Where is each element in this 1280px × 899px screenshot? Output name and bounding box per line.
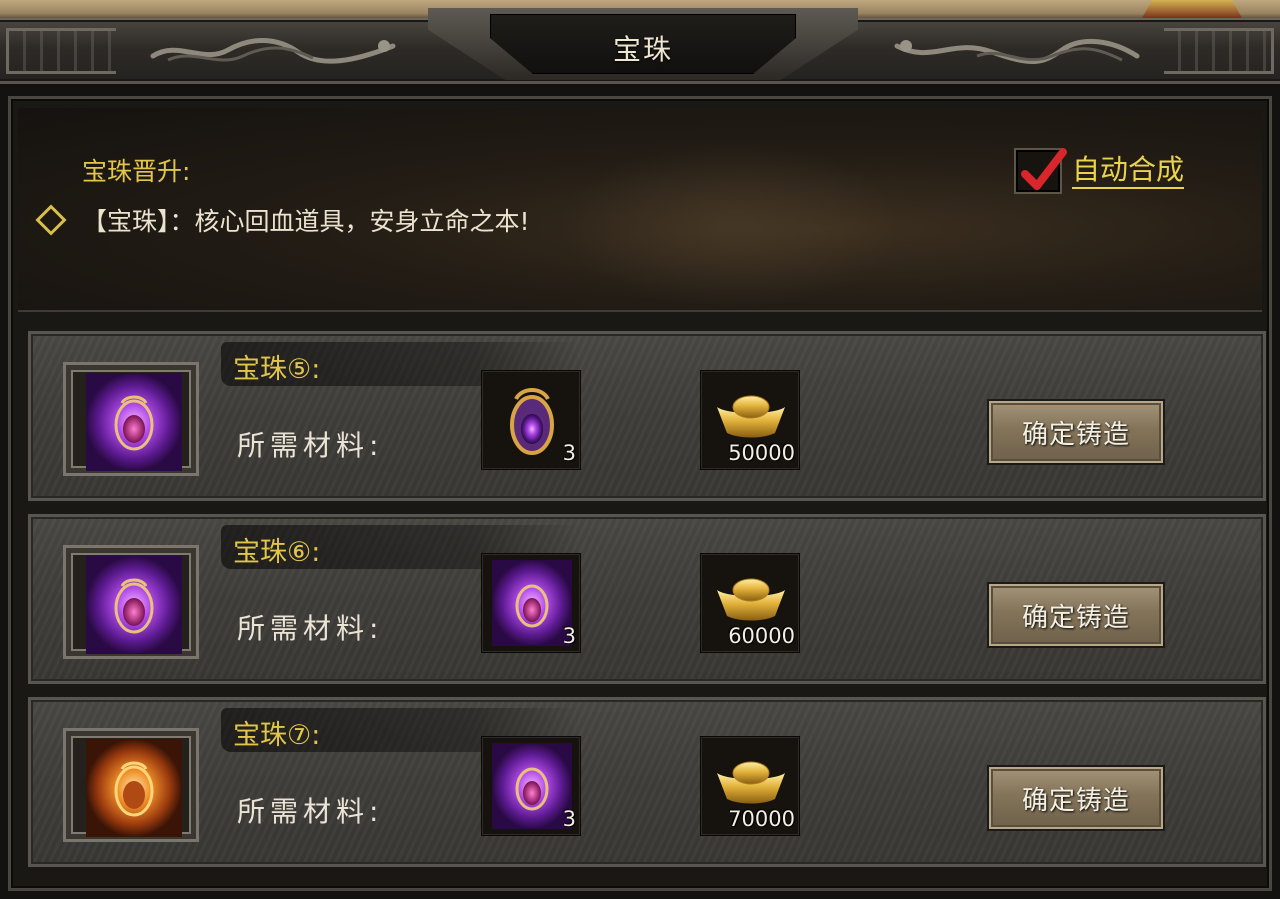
gem-quantity: 3 [562,441,576,465]
result-item-slot[interactable] [63,728,199,842]
purple-orb-icon [492,743,572,829]
checkmark-icon [1021,148,1067,190]
gold-ingot-icon [717,395,785,438]
gem-material-slot[interactable]: 3 [481,370,581,470]
dragon-ornament-right-icon [894,38,1140,65]
recipe-title: 宝珠⑥: [233,537,321,568]
gold-quantity: 70000 [728,807,795,831]
dragon-ornament-left-icon [150,37,396,64]
recipe-row-5: 宝珠⑤: 所需材料: 3 50000 确定铸造 [28,331,1266,501]
section-label: 宝珠晋升: [82,157,191,186]
orange-orb-icon [86,739,182,837]
gold-ingot-icon [717,761,785,804]
header-corner-ornament-left [6,28,116,74]
small-orb-icon [510,388,554,455]
gold-ingot-icon [717,578,785,621]
auto-merge-toggle[interactable]: 自动合成 [1014,146,1185,196]
forge-button[interactable]: 确定铸造 [987,582,1165,648]
gem-material-slot[interactable]: 3 [481,736,581,836]
gem-quantity: 3 [562,807,576,831]
description-text: 【宝珠】：核心回血道具，安身立命之本! [82,207,530,236]
result-item-slot[interactable] [63,545,199,659]
recipe-row-6: 宝珠⑥: 所需材料: 3 60000 确定铸造 [28,514,1266,684]
description-row: 【宝珠】：核心回血道具，安身立命之本! [35,200,530,240]
purple-orb-icon [86,373,182,471]
recipe-row-7: 宝珠⑦: 所需材料: 3 70000 确定铸造 [28,697,1266,867]
result-item-slot[interactable] [63,362,199,476]
gold-material-slot[interactable]: 50000 [700,370,800,470]
page-title: 宝珠 [612,33,673,66]
gold-material-slot[interactable]: 60000 [700,553,800,653]
forge-button[interactable]: 确定铸造 [987,399,1165,465]
auto-merge-label[interactable]: 自动合成 [1072,153,1185,189]
forge-button[interactable]: 确定铸造 [987,765,1165,831]
recipe-title: 宝珠⑤: [233,354,321,385]
corner-emblem [1142,0,1242,18]
title-plate: 宝珠 [428,8,858,80]
materials-label: 所需材料: [237,429,384,462]
dragon-watermark-icon [560,140,900,310]
purple-orb-icon [492,560,572,646]
auto-merge-checkbox[interactable] [1014,148,1067,194]
materials-label: 所需材料: [237,795,384,828]
gold-material-slot[interactable]: 70000 [700,736,800,836]
header-corner-ornament-right [1164,28,1274,74]
gold-quantity: 60000 [728,624,795,648]
diamond-bullet-icon [35,204,67,236]
gold-quantity: 50000 [728,441,795,465]
materials-label: 所需材料: [237,612,384,645]
gem-material-slot[interactable]: 3 [481,553,581,653]
recipe-title: 宝珠⑦: [233,720,321,751]
gem-quantity: 3 [562,624,576,648]
purple-orb-icon [86,556,182,654]
